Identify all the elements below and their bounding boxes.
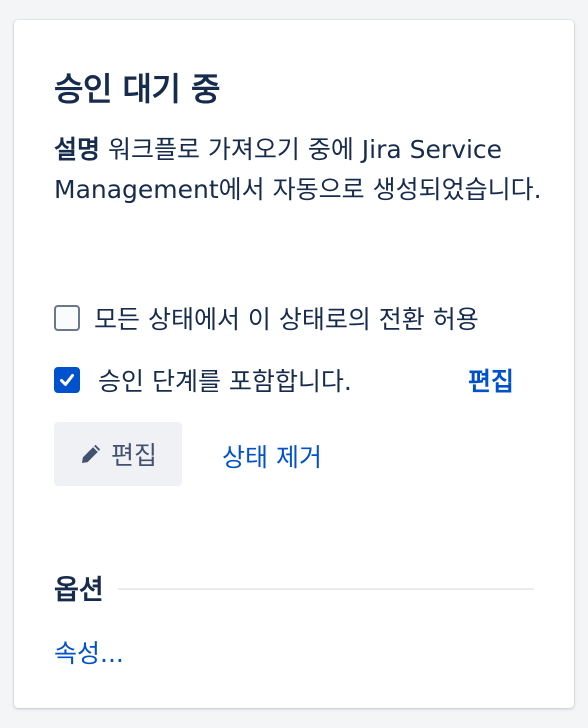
edit-button[interactable]: 편집 [54, 422, 182, 486]
include-approval-checkbox[interactable] [54, 367, 80, 393]
status-title: 승인 대기 중 [54, 70, 220, 108]
options-divider [118, 588, 534, 590]
status-description: 설명 워크플로 가져오기 중에 Jira Service Management에… [54, 130, 544, 210]
allow-all-transitions-label: 모든 상태에서 이 상태로의 전환 허용 [94, 305, 479, 334]
description-label: 설명 [54, 135, 101, 164]
pencil-icon [79, 442, 103, 466]
status-panel: 승인 대기 중 설명 워크플로 가져오기 중에 Jira Service Man… [14, 20, 574, 708]
checkmark-icon [60, 374, 74, 386]
allow-all-transitions-checkbox[interactable] [54, 305, 80, 331]
properties-link[interactable]: 속성... [54, 634, 124, 670]
edit-button-label: 편집 [110, 441, 157, 470]
include-approval-label: 승인 단계를 포함합니다. [98, 367, 352, 396]
options-heading: 옵션 [54, 575, 104, 606]
include-approval-row: 승인 단계를 포함합니다. 편집 [54, 362, 514, 398]
remove-status-button[interactable]: 상태 제거 [222, 438, 322, 474]
approval-edit-link[interactable]: 편집 [468, 362, 514, 398]
allow-all-transitions-row[interactable]: 모든 상태에서 이 상태로의 전환 허용 [54, 303, 479, 334]
description-text: 워크플로 가져오기 중에 Jira Service Management에서 자… [54, 135, 542, 204]
